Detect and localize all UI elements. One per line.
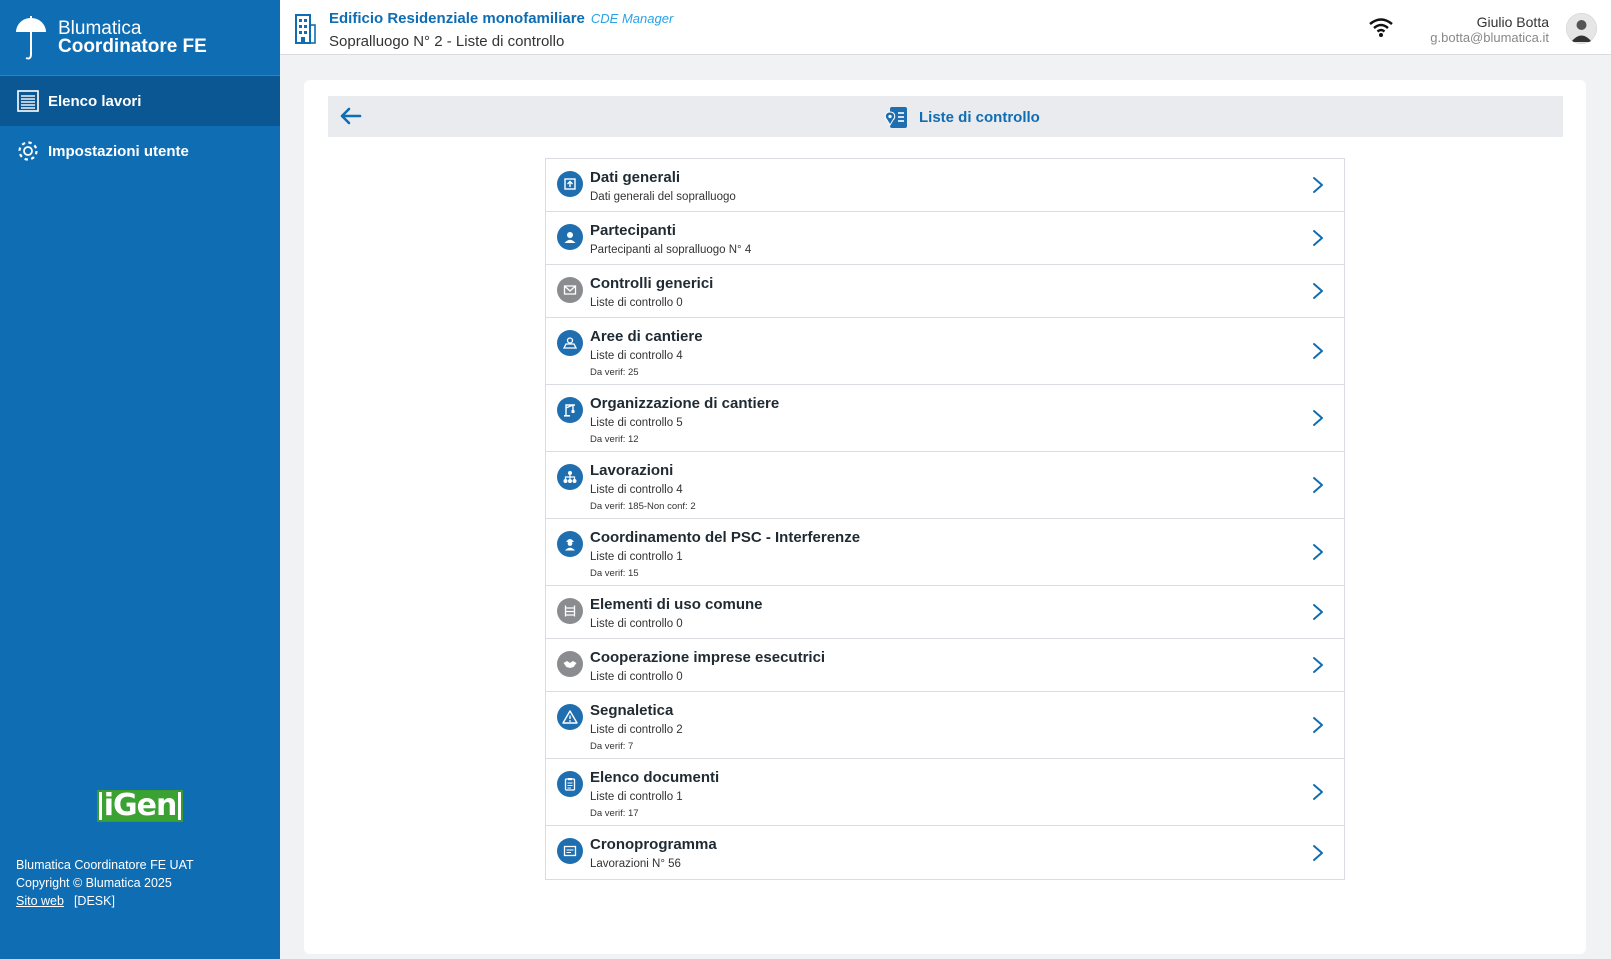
list-item-detail: Da verif: 185-Non conf: 2	[590, 501, 696, 512]
umbrella-logo-icon	[16, 15, 46, 59]
chevron-right-icon	[1313, 844, 1323, 861]
section-title: Liste di controllo	[883, 104, 1040, 130]
list-item-title: Elenco documenti	[590, 769, 720, 786]
list-item-title: Aree di cantiere	[590, 328, 703, 345]
hierarchy-icon	[557, 464, 583, 490]
chevron-right-icon	[1313, 717, 1323, 733]
list-item-title: Organizzazione di cantiere	[590, 395, 780, 412]
list-item-detail: Da verif: 17	[590, 808, 639, 819]
list-item-detail: Da verif: 25	[590, 367, 639, 378]
crane-icon	[557, 397, 583, 423]
chevron-right-icon	[1313, 343, 1323, 359]
area-icon	[557, 330, 583, 356]
person-icon	[557, 224, 583, 250]
user-email: g.botta@blumatica.it	[1430, 30, 1549, 45]
list-item-subtitle: Liste di controllo 2	[590, 724, 683, 736]
list-item[interactable]: Cooperazione imprese esecutrici Liste di …	[546, 639, 1344, 692]
list-item-detail: Da verif: 12	[590, 434, 639, 445]
back-arrow-icon[interactable]	[338, 104, 364, 128]
avatar[interactable]	[1566, 13, 1597, 44]
sidebar-item-label: Elenco lavori	[48, 92, 142, 110]
worker-icon	[557, 531, 583, 557]
list-item-subtitle: Liste di controllo 0	[590, 297, 683, 309]
brand[interactable]: Blumatica Coordinatore FE	[0, 0, 280, 76]
user-name: Giulio Botta	[1476, 14, 1549, 30]
checklist-list: Dati generali Dati generali del sopralluo…	[545, 158, 1345, 880]
main-card: Liste di controllo Dati generali Dati gen…	[304, 80, 1586, 954]
calendar-icon	[557, 838, 583, 864]
list-item-subtitle: Liste di controllo 5	[590, 417, 683, 429]
warning-icon	[557, 704, 583, 730]
list-item[interactable]: Aree di cantiere Liste di controllo 4 Da v…	[546, 318, 1344, 385]
list-item-title: Lavorazioni	[590, 462, 674, 479]
list-item-title: Coordinamento del PSC - Interferenze	[590, 529, 861, 546]
list-item[interactable]: Controlli generici Liste di controllo 0	[546, 265, 1344, 318]
footer-copyright: Copyright © Blumatica 2025	[16, 876, 172, 890]
list-item[interactable]: Coordinamento del PSC - Interferenze List…	[546, 519, 1344, 586]
sito-web-link[interactable]: Sito web	[16, 894, 64, 908]
list-item-subtitle: Liste di controllo 4	[590, 350, 683, 362]
list-icon	[16, 89, 40, 113]
chevron-right-icon	[1313, 477, 1323, 493]
section-header: Liste di controllo	[328, 96, 1563, 137]
chevron-right-icon	[1313, 657, 1323, 673]
list-item[interactable]: Dati generali Dati generali del sopralluo…	[546, 159, 1344, 212]
chevron-right-icon	[1313, 177, 1323, 193]
top-header: Edificio Residenziale monofamiliare CDE M…	[280, 0, 1611, 55]
list-item-title: Cooperazione imprese esecutrici	[590, 649, 826, 666]
chevron-right-icon	[1313, 410, 1323, 426]
sidebar-item-impostazioni-utente[interactable]: Impostazioni utente	[0, 126, 280, 176]
list-item-detail: Da verif: 15	[590, 568, 639, 579]
list-item[interactable]: Elenco documenti Liste di controllo 1 Da v…	[546, 759, 1344, 826]
list-item-subtitle: Liste di controllo 4	[590, 484, 683, 496]
list-item-title: Elementi di uso comune	[590, 596, 763, 613]
wifi-icon	[1369, 18, 1393, 37]
igen-logo: iGen	[97, 790, 183, 822]
project-title: Edificio Residenziale monofamiliare CDE M…	[329, 10, 674, 27]
checklist-location-icon	[884, 107, 907, 128]
list-item-title: Dati generali	[590, 169, 681, 186]
list-item-subtitle: Lavorazioni N° 56	[590, 858, 681, 870]
scaffold-icon	[557, 598, 583, 624]
chevron-right-icon	[1313, 544, 1323, 560]
building-icon	[295, 14, 316, 44]
list-item-detail: Da verif: 7	[590, 741, 634, 752]
list-item[interactable]: Cronoprogramma Lavorazioni N° 56	[546, 826, 1344, 879]
sidebar-item-label: Impostazioni utente	[48, 142, 189, 160]
cde-manager-badge: CDE Manager	[590, 11, 674, 26]
footer-app-name: Blumatica Coordinatore FE UAT	[16, 858, 194, 872]
brand-line1: Blumatica	[58, 17, 142, 39]
clipboard-icon	[557, 771, 583, 797]
list-item[interactable]: Lavorazioni Liste di controllo 4 Da verif:…	[546, 452, 1344, 519]
sidebar: Blumatica Coordinatore FE Elenco lavori …	[0, 0, 280, 959]
list-item-subtitle: Dati generali del sopralluogo	[590, 191, 736, 203]
list-item[interactable]: Segnaletica Liste di controllo 2 Da verif:…	[546, 692, 1344, 759]
list-item-title: Partecipanti	[590, 222, 676, 239]
list-item[interactable]: Organizzazione di cantiere Liste di contr…	[546, 385, 1344, 452]
chevron-right-icon	[1313, 604, 1323, 620]
brand-line2: Coordinatore FE	[58, 35, 207, 57]
chevron-right-icon	[1313, 283, 1323, 299]
list-item-title: Controlli generici	[590, 275, 714, 292]
sidebar-item-elenco-lavori[interactable]: Elenco lavori	[0, 76, 280, 126]
sidebar-footer: Blumatica Coordinatore FE UAT Copyright …	[16, 856, 194, 910]
list-item-subtitle: Partecipanti al sopralluogo N° 4	[590, 244, 752, 256]
list-item-subtitle: Liste di controllo 1	[590, 551, 683, 563]
upload-icon	[557, 171, 583, 197]
gear-icon	[16, 139, 40, 163]
list-item-subtitle: Liste di controllo 0	[590, 618, 683, 630]
list-item-title: Segnaletica	[590, 702, 674, 719]
page-subtitle: Sopralluogo N° 2 - Liste di controllo	[329, 33, 565, 50]
list-item[interactable]: Partecipanti Partecipanti al sopralluogo …	[546, 212, 1344, 265]
list-item-subtitle: Liste di controllo 0	[590, 671, 683, 683]
list-item-subtitle: Liste di controllo 1	[590, 791, 683, 803]
chevron-right-icon	[1313, 230, 1323, 246]
list-item[interactable]: Elementi di uso comune Liste di controllo…	[546, 586, 1344, 639]
list-item-title: Cronoprogramma	[590, 836, 717, 853]
handshake-icon	[557, 651, 583, 677]
footer-tag: [DESK]	[73, 894, 115, 908]
chevron-right-icon	[1313, 784, 1323, 800]
user-info[interactable]: Giulio Botta g.botta@blumatica.it	[1430, 14, 1549, 45]
mail-check-icon	[557, 277, 583, 303]
